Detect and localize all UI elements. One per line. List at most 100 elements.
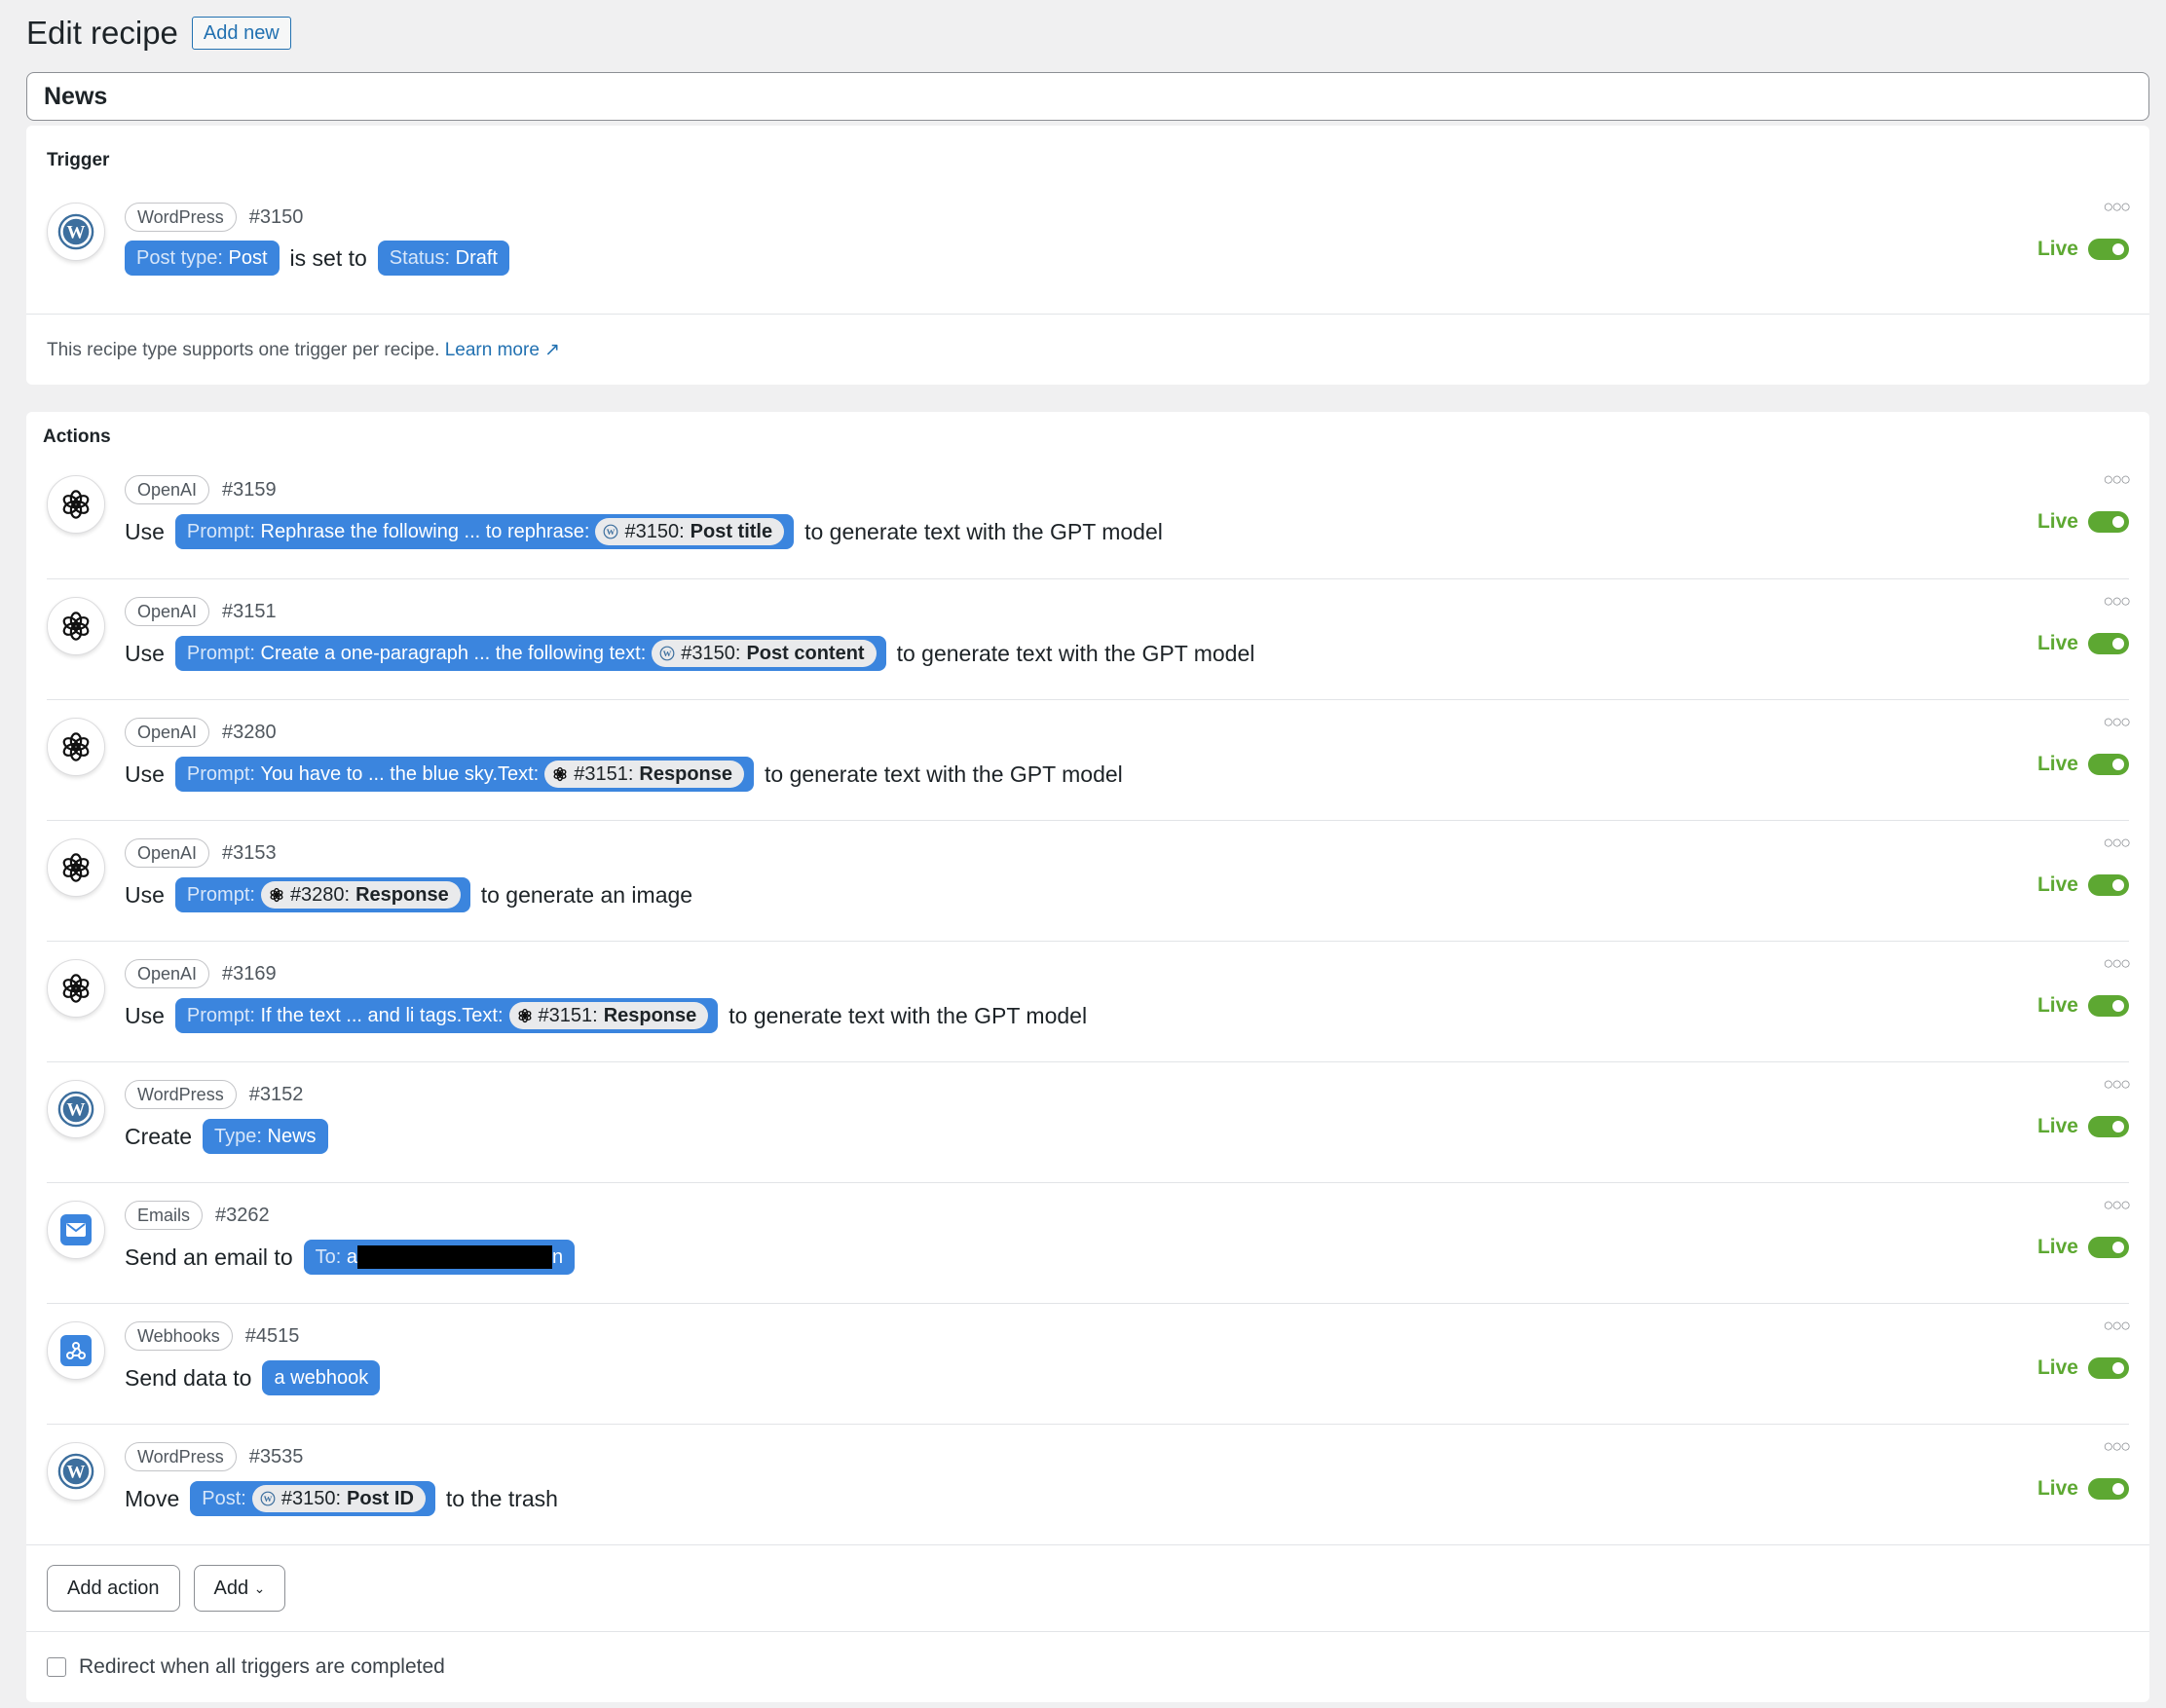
action-verb: Use xyxy=(125,761,165,787)
more-options-icon[interactable]: ○○○ xyxy=(2103,197,2131,217)
recipe-title-input[interactable]: News xyxy=(26,72,2149,121)
item-id: #3150 xyxy=(248,205,304,228)
integration-pill: WordPress xyxy=(125,203,237,232)
status-toggle[interactable]: Live xyxy=(2037,1115,2129,1138)
action-description: to generate text with the GPT model xyxy=(765,761,1123,787)
status-toggle[interactable]: Live xyxy=(2037,238,2129,261)
status-toggle[interactable]: Live xyxy=(2037,873,2129,897)
toggle-switch[interactable] xyxy=(2088,1357,2129,1379)
item-id: #3151 xyxy=(222,600,277,622)
status-toggle[interactable]: Live xyxy=(2037,1477,2129,1501)
more-options-icon[interactable]: ○○○ xyxy=(2103,469,2131,490)
token-reference: #3151: Response xyxy=(508,1002,709,1029)
toggle-switch[interactable] xyxy=(2088,511,2129,533)
recipient-token[interactable]: To: an xyxy=(303,1240,576,1275)
edit-recipe-page: Edit recipe Add new News Trigger W WordP… xyxy=(0,0,2166,1702)
toggle-switch[interactable] xyxy=(2088,239,2129,260)
action-item[interactable]: OpenAI #3153 Use Prompt: #3280: Response … xyxy=(47,820,2131,941)
item-id: #3159 xyxy=(222,478,277,501)
svg-text:W: W xyxy=(67,1100,86,1121)
integration-pill: Webhooks xyxy=(125,1321,233,1351)
more-options-icon[interactable]: ○○○ xyxy=(2103,953,2131,974)
action-description: to generate text with the GPT model xyxy=(804,518,1163,544)
toggle-switch[interactable] xyxy=(2088,754,2129,775)
post-type-token[interactable]: Post type: Post xyxy=(125,241,280,276)
actions-footer: Add action Add ⌄ xyxy=(26,1544,2149,1631)
openai-icon xyxy=(269,887,284,903)
more-options-icon[interactable]: ○○○ xyxy=(2103,833,2131,853)
prompt-token[interactable]: Prompt: #3280: Response xyxy=(174,877,470,912)
redirect-label: Redirect when all triggers are completed xyxy=(79,1655,445,1678)
more-options-icon[interactable]: ○○○ xyxy=(2103,1316,2131,1336)
more-options-icon[interactable]: ○○○ xyxy=(2103,1436,2131,1457)
add-dropdown-button[interactable]: Add ⌄ xyxy=(193,1565,286,1612)
toggle-switch[interactable] xyxy=(2088,633,2129,654)
toggle-switch[interactable] xyxy=(2088,1478,2129,1500)
toggle-switch[interactable] xyxy=(2088,874,2129,896)
wordpress-icon: W xyxy=(47,1442,105,1501)
prompt-token[interactable]: Prompt: You have to ... the blue sky.Tex… xyxy=(174,757,754,792)
status-token[interactable]: Status: Draft xyxy=(377,241,509,276)
action-item[interactable]: Webhooks #4515 Send data to a webhook ○○… xyxy=(47,1303,2131,1424)
more-options-icon[interactable]: ○○○ xyxy=(2103,591,2131,612)
prompt-token[interactable]: Prompt: Create a one-paragraph ... the f… xyxy=(174,636,886,671)
action-item[interactable]: OpenAI #3169 Use Prompt: If the text ...… xyxy=(47,941,2131,1061)
integration-pill: WordPress xyxy=(125,1080,237,1109)
action-description: to the trash xyxy=(445,1485,558,1511)
more-options-icon[interactable]: ○○○ xyxy=(2103,712,2131,732)
integration-pill: Emails xyxy=(125,1201,204,1230)
redirect-checkbox[interactable] xyxy=(47,1657,66,1677)
integration-pill: OpenAI xyxy=(125,597,210,626)
toggle-switch[interactable] xyxy=(2088,1237,2129,1258)
trigger-item[interactable]: W WordPress #3150 Post type: Post is set… xyxy=(47,185,2131,314)
trigger-panel: Trigger W WordPress #3150 Post type: Pos… xyxy=(26,126,2149,385)
item-id: #3169 xyxy=(222,962,277,984)
prompt-token[interactable]: Prompt: Rephrase the following ... to re… xyxy=(174,514,795,549)
more-options-icon[interactable]: ○○○ xyxy=(2103,1074,2131,1095)
status-toggle[interactable]: Live xyxy=(2037,632,2129,655)
wordpress-icon: W xyxy=(47,203,105,261)
type-token[interactable]: Type: News xyxy=(203,1119,328,1154)
toggle-switch[interactable] xyxy=(2088,1116,2129,1137)
openai-icon xyxy=(47,475,105,534)
action-item[interactable]: OpenAI #3159 Use Prompt: Rephrase the fo… xyxy=(47,458,2131,578)
chevron-down-icon: ⌄ xyxy=(253,1579,266,1596)
svg-text:W: W xyxy=(607,527,616,537)
toggle-switch[interactable] xyxy=(2088,995,2129,1017)
action-item[interactable]: Emails #3262 Send an email to To: an ○○○… xyxy=(47,1182,2131,1303)
learn-more-link[interactable]: Learn more ↗ xyxy=(445,340,560,360)
status-toggle[interactable]: Live xyxy=(2037,753,2129,776)
action-item[interactable]: OpenAI #3151 Use Prompt: Create a one-pa… xyxy=(47,578,2131,699)
integration-pill: OpenAI xyxy=(125,718,210,747)
svg-text:W: W xyxy=(67,1463,86,1483)
more-options-icon[interactable]: ○○○ xyxy=(2103,1195,2131,1215)
action-item[interactable]: W WordPress #3535 Move Post: W #3150: Pos… xyxy=(47,1424,2131,1544)
action-item[interactable]: W WordPress #3152 Create Type: News ○○○ … xyxy=(47,1061,2131,1182)
integration-pill: OpenAI xyxy=(125,475,210,504)
page-header: Edit recipe Add new xyxy=(26,0,2140,66)
post-token[interactable]: Post: W #3150: Post ID xyxy=(190,1481,435,1516)
status-toggle[interactable]: Live xyxy=(2037,994,2129,1018)
prompt-token[interactable]: Prompt: If the text ... and li tags.Text… xyxy=(174,998,719,1033)
status-toggle[interactable]: Live xyxy=(2037,510,2129,534)
status-toggle[interactable]: Live xyxy=(2037,1236,2129,1259)
item-id: #4515 xyxy=(244,1324,300,1347)
action-verb: Use xyxy=(125,640,165,666)
trigger-heading: Trigger xyxy=(47,150,110,170)
status-toggle[interactable]: Live xyxy=(2037,1356,2129,1380)
add-action-button[interactable]: Add action xyxy=(47,1565,180,1612)
item-id: #3280 xyxy=(222,721,277,743)
action-verb: Use xyxy=(125,881,165,908)
openai-icon xyxy=(47,718,105,776)
action-verb: Send an email to xyxy=(125,1244,293,1270)
item-id: #3262 xyxy=(215,1204,270,1226)
openai-icon xyxy=(47,597,105,655)
add-new-button[interactable]: Add new xyxy=(191,17,291,50)
webhook-token[interactable]: a webhook xyxy=(262,1360,381,1395)
actions-heading: Actions xyxy=(43,427,111,447)
wordpress-icon: W xyxy=(603,524,618,539)
action-item[interactable]: OpenAI #3280 Use Prompt: You have to ...… xyxy=(47,699,2131,820)
action-description: to generate text with the GPT model xyxy=(896,640,1255,666)
action-verb: Use xyxy=(125,518,165,544)
trigger-middle-text: is set to xyxy=(289,244,367,271)
